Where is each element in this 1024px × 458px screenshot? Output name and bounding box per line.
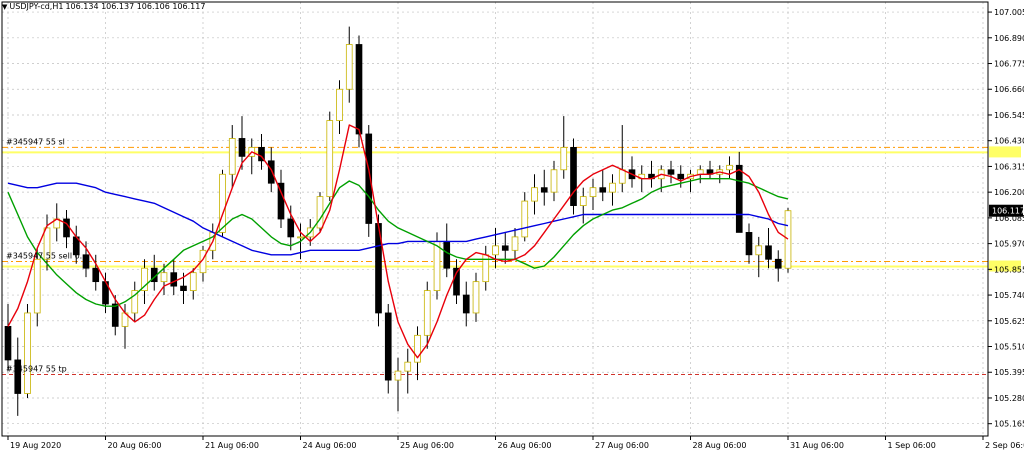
x-tick-label: 19 Aug 2020 — [10, 441, 61, 450]
candle-body — [287, 218, 295, 238]
candle-body — [560, 147, 568, 171]
candle-body — [696, 169, 704, 175]
candle-body — [33, 258, 41, 314]
level-label: #345947 55 tp — [6, 364, 67, 373]
candle-body — [394, 370, 402, 381]
y-tick-label: 105.970 — [994, 240, 1024, 249]
candle-body — [579, 196, 587, 206]
candle-body — [745, 232, 753, 256]
level-label: #345947 55 sl — [6, 137, 65, 146]
candle-body — [24, 312, 31, 394]
y-tick-label: 105.855 — [994, 265, 1024, 274]
x-tick-label: 24 Aug 06:00 — [303, 441, 357, 450]
candle-body — [765, 245, 772, 260]
x-tick-label: 28 Aug 06:00 — [693, 441, 747, 450]
candle-body — [784, 210, 792, 269]
candle-body — [238, 138, 246, 157]
y-tick-label: 105.280 — [994, 394, 1024, 403]
x-tick-label: 26 Aug 06:00 — [498, 441, 552, 450]
candle-body — [423, 290, 431, 336]
candle-body — [336, 88, 343, 121]
candle-body — [472, 281, 480, 314]
candle-body — [531, 187, 538, 202]
current-price-label: 106.117 — [992, 207, 1024, 216]
y-tick-label: 105.165 — [994, 420, 1024, 429]
candle-body — [599, 187, 607, 193]
candle-body — [570, 147, 577, 206]
candle-body — [618, 169, 626, 184]
candle-body — [345, 44, 353, 90]
candle-body — [92, 267, 100, 283]
candle-body — [492, 245, 499, 256]
candle-body — [82, 254, 90, 269]
y-tick-label: 105.740 — [994, 291, 1024, 300]
chart-header: ▼ USDJPY-cd,H1 106.134 106.137 106.106 1… — [2, 2, 205, 11]
candle-body — [160, 272, 168, 283]
candle-body — [667, 169, 675, 175]
level-price-box — [989, 146, 1021, 158]
candle-body — [316, 196, 324, 229]
candle-body — [228, 138, 236, 175]
x-tick-label: 21 Aug 06:00 — [205, 441, 259, 450]
x-tick-label: 27 Aug 06:00 — [595, 441, 649, 450]
x-tick-label: 25 Aug 06:00 — [400, 441, 454, 450]
y-tick-label: 106.660 — [994, 85, 1024, 94]
y-tick-label: 106.890 — [994, 34, 1024, 43]
candle-body — [297, 236, 304, 239]
chart: 107.005 106.890 106.775 106.660 106.545 106.4… — [0, 0, 1024, 454]
candle-body — [326, 120, 334, 198]
y-tick-label: 106.200 — [994, 188, 1024, 197]
candle-body — [511, 236, 519, 251]
candle-body — [677, 173, 685, 180]
candle-body — [170, 272, 178, 287]
candle-body — [755, 245, 763, 256]
x-tick-label: 2 Sep 06:00 — [985, 441, 1024, 450]
candle-body — [774, 258, 782, 269]
candle-body — [355, 44, 363, 135]
candle-body — [267, 160, 275, 184]
candle-body — [550, 169, 558, 193]
y-tick-label: 105.395 — [994, 368, 1024, 377]
candle-body — [219, 173, 226, 233]
y-tick-label: 107.005 — [994, 8, 1024, 17]
y-tick-label: 106.775 — [994, 60, 1024, 69]
symbol-label: USDJPY-cd,H1 — [9, 2, 64, 11]
candle-body — [180, 285, 187, 291]
candle-body — [433, 240, 441, 291]
candle-body — [111, 303, 119, 327]
candle-body — [540, 187, 548, 193]
candle-body — [404, 361, 412, 372]
y-tick-label: 106.545 — [994, 111, 1024, 120]
candle-body — [609, 182, 616, 193]
candle-body — [735, 164, 743, 233]
level-label: #345947 55 sell 0. — [6, 252, 82, 261]
candle-body — [443, 240, 451, 269]
y-tick-label: 105.510 — [994, 343, 1024, 352]
candle-body — [501, 245, 509, 251]
candle-body — [462, 294, 470, 314]
candle-body — [521, 200, 529, 238]
candle-body — [4, 325, 12, 361]
chart-canvas[interactable]: 107.005 106.890 106.775 106.660 106.545 106.4… — [0, 0, 1024, 454]
candle-body — [189, 272, 197, 291]
triangle-down-icon[interactable]: ▼ — [2, 3, 7, 11]
candle-body — [726, 164, 733, 171]
x-tick-label: 31 Aug 06:00 — [790, 441, 844, 450]
candle-body — [589, 187, 597, 198]
y-tick-label: 106.430 — [994, 137, 1024, 146]
ohlc-label: 106.134 106.137 106.106 106.117 — [65, 2, 206, 11]
x-tick-label: 1 Sep 06:00 — [888, 441, 936, 450]
y-tick-label: 105.625 — [994, 317, 1024, 326]
candle-body — [384, 312, 392, 381]
candle-body — [63, 218, 70, 238]
y-tick-label: 106.315 — [994, 162, 1024, 171]
x-tick-label: 20 Aug 06:00 — [108, 441, 162, 450]
